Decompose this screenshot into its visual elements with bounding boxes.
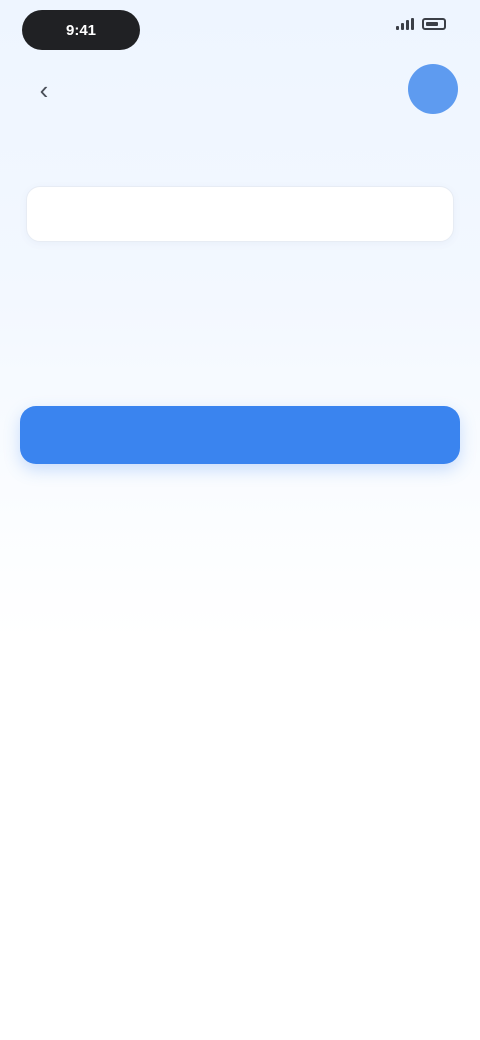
- input-card: [26, 186, 454, 242]
- option-4[interactable]: [380, 296, 460, 344]
- signal-icon: [396, 18, 414, 30]
- back-button[interactable]: ‹: [26, 72, 62, 108]
- battery-icon: [422, 18, 446, 30]
- option-2[interactable]: [200, 296, 280, 344]
- primary-button[interactable]: [20, 406, 460, 464]
- avatar[interactable]: [408, 64, 458, 114]
- header: ‹: [0, 64, 480, 164]
- chevron-left-icon: ‹: [39, 74, 49, 105]
- options-row: [20, 296, 460, 350]
- status-time: 9:41: [22, 10, 140, 50]
- option-1[interactable]: [110, 296, 190, 344]
- status-indicators: [396, 18, 446, 30]
- option-0[interactable]: [20, 296, 100, 344]
- status-bar: 9:41: [0, 0, 480, 56]
- text-input[interactable]: [45, 205, 435, 223]
- option-3[interactable]: [290, 296, 370, 344]
